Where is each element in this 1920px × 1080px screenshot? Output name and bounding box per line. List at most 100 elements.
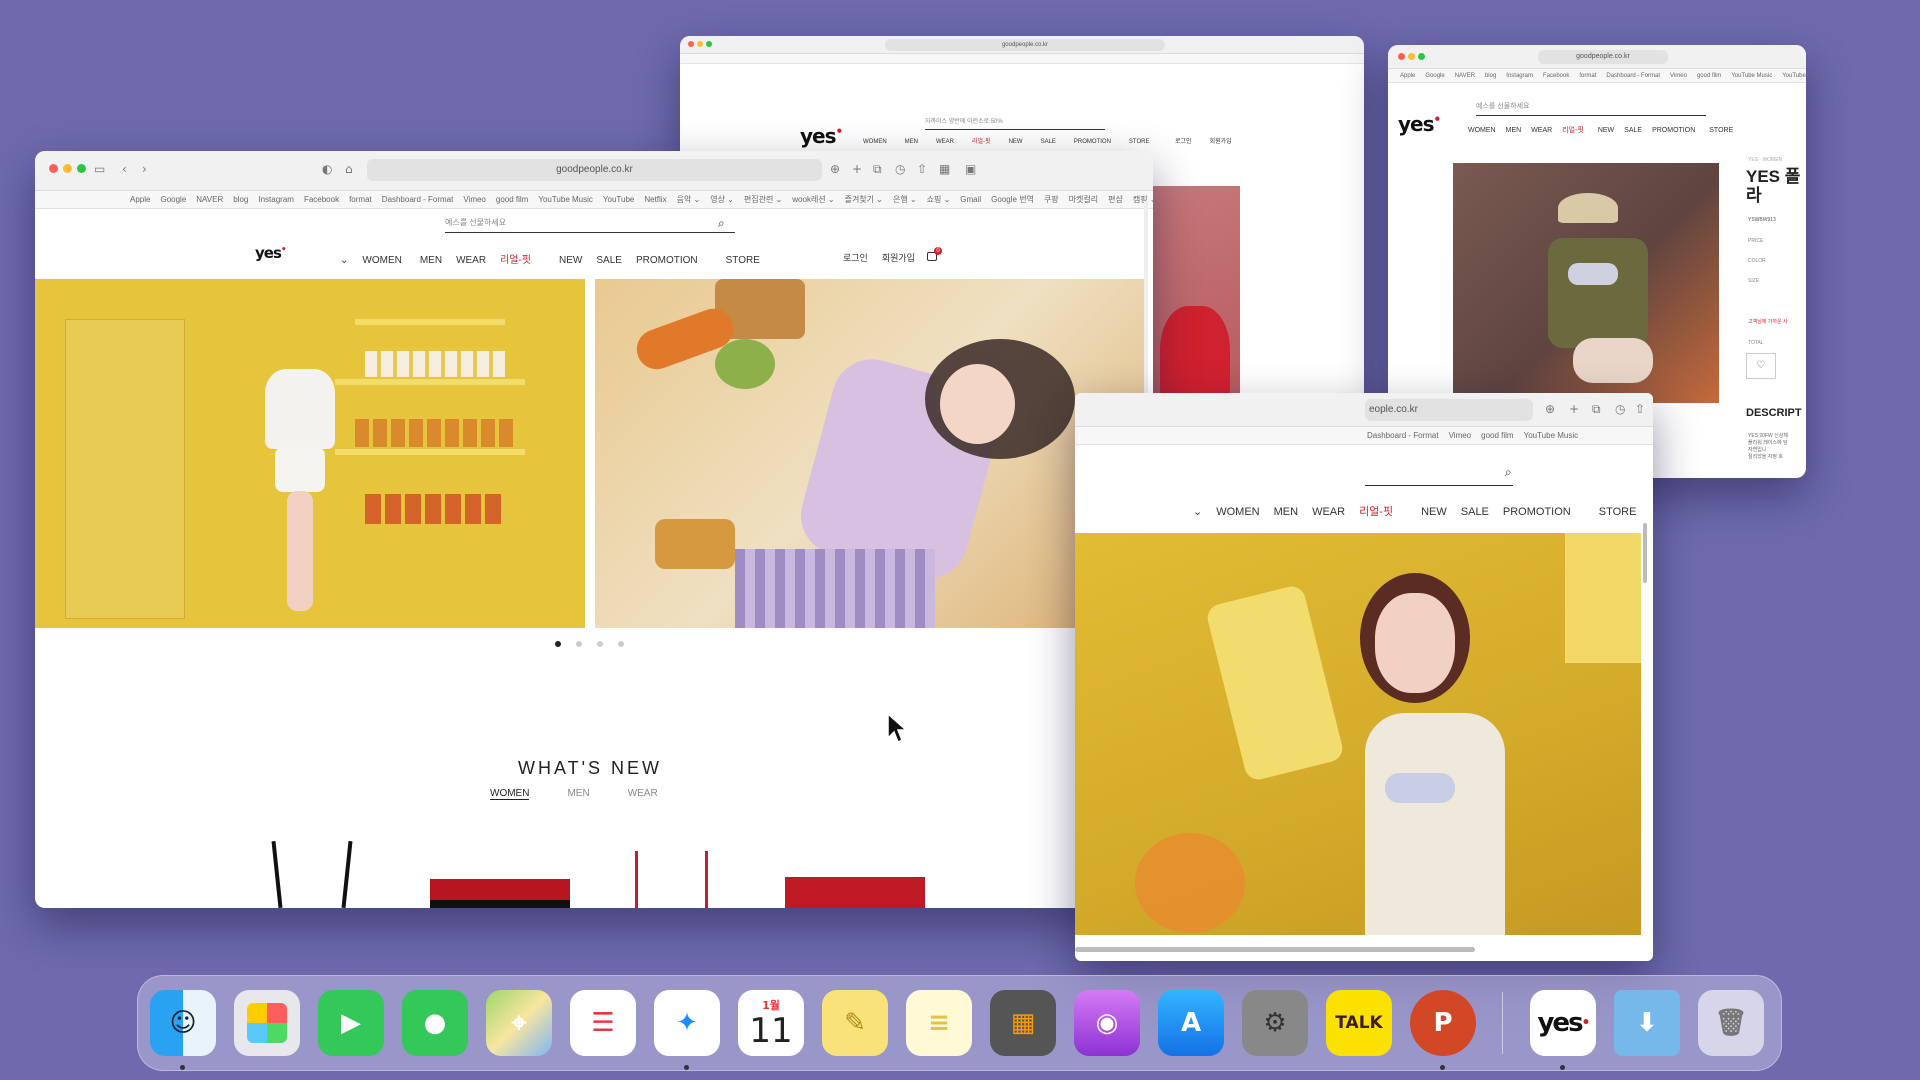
search-input[interactable] [1365, 485, 1513, 486]
nav-sale[interactable]: SALE [1041, 139, 1056, 145]
search-icon[interactable]: ⌕ [1505, 465, 1512, 480]
address-bar[interactable]: goodpeople.co.kr [1538, 50, 1668, 64]
finder-icon[interactable]: ☺ [150, 990, 216, 1056]
share-icon[interactable]: ⇧ [1635, 402, 1645, 416]
minimize-button[interactable] [697, 41, 703, 47]
powerpoint-icon[interactable]: P [1410, 990, 1476, 1056]
nav-promotion[interactable]: PROMOTION [1074, 139, 1111, 145]
carousel-dot-4[interactable] [618, 641, 624, 647]
share-icon[interactable]: ⇧ [917, 162, 927, 176]
login-link[interactable]: 로그인 [843, 253, 868, 263]
new-tab-icon[interactable]: + [1569, 402, 1579, 416]
carousel-dot-3[interactable] [597, 641, 603, 647]
maps-icon[interactable]: ⌖ [486, 990, 552, 1056]
horizontal-scrollbar[interactable] [1075, 947, 1475, 952]
hero-photo-right[interactable] [595, 279, 1145, 628]
system-preferences-icon[interactable]: ⚙ [1242, 990, 1308, 1056]
minimize-button[interactable] [1408, 53, 1415, 60]
zoom-button[interactable] [1418, 53, 1425, 60]
reminders-icon[interactable]: ☰ [570, 990, 636, 1056]
notes-icon[interactable]: ≡ [906, 990, 972, 1056]
zoom-button[interactable] [706, 41, 712, 47]
nav-realfit[interactable]: 리얼-핏 [500, 255, 531, 266]
home-icon[interactable]: ⌂ [345, 162, 353, 176]
grid-icon[interactable]: ▦ [939, 162, 950, 176]
tab-women[interactable]: WOMEN [490, 788, 530, 800]
podcasts-icon[interactable]: ◉ [1074, 990, 1140, 1056]
signup-link[interactable]: 회원가입 [882, 253, 915, 263]
minimize-button[interactable] [63, 164, 72, 173]
search-icon[interactable]: ⌕ [718, 216, 725, 231]
product-thumb-4[interactable] [785, 877, 925, 908]
close-button[interactable] [688, 41, 694, 47]
carousel-dot-1[interactable] [555, 641, 561, 647]
nav-women[interactable]: WOMEN [362, 255, 401, 266]
calculator-icon[interactable]: ▦ [990, 990, 1056, 1056]
nav-promotion[interactable]: PROMOTION [636, 255, 698, 266]
nav-wear[interactable]: WEAR [456, 255, 486, 266]
nav-store[interactable]: STORE [726, 255, 760, 266]
launchpad-icon[interactable] [234, 990, 300, 1056]
nav-realfit[interactable]: 리얼-핏 [972, 139, 991, 145]
privacy-shield-icon[interactable]: ◐ [322, 162, 332, 176]
carousel-dot-2[interactable] [576, 641, 582, 647]
kakaotalk-icon[interactable]: TALK [1326, 990, 1392, 1056]
downloads-folder-icon[interactable]: ⬇ [1614, 990, 1680, 1056]
yes-app-icon[interactable]: yes • [1530, 990, 1596, 1056]
close-button[interactable] [49, 164, 58, 173]
address-bar[interactable]: goodpeople.co.kr [885, 39, 1165, 51]
trash-icon[interactable]: 🗑 [1698, 990, 1764, 1056]
download-icon[interactable]: ⊕ [830, 162, 840, 176]
nav-new[interactable]: NEW [559, 255, 582, 266]
download-icon[interactable]: ⊕ [1545, 402, 1555, 416]
search-input[interactable]: 예스를 선물하세요 [1476, 101, 1706, 116]
nav-sale[interactable]: SALE [596, 255, 622, 266]
vertical-scrollbar[interactable] [1643, 523, 1647, 583]
product-thumb-2[interactable] [430, 879, 570, 908]
tabs-icon[interactable]: ⧉ [873, 162, 882, 177]
yes-logo[interactable]: yes• [1398, 112, 1441, 136]
tabs-icon[interactable]: ⧉ [1592, 402, 1601, 417]
nav-store[interactable]: STORE [1129, 139, 1150, 145]
close-button[interactable] [1398, 53, 1405, 60]
nav-women[interactable]: WOMEN [863, 139, 887, 145]
calendar-icon[interactable]: 1월 11 [738, 990, 804, 1056]
browser-window-front[interactable]: eople.co.kr eople.co.kr ⊕ + ⧉ ◷ ⇧ Dashbo… [1075, 393, 1653, 961]
new-tab-icon[interactable]: + [852, 162, 862, 176]
zoom-button[interactable] [77, 164, 86, 173]
tab-men[interactable]: MEN [567, 788, 589, 799]
nav-wear[interactable]: WEAR [936, 139, 954, 145]
product-photo-binoculars[interactable] [1453, 163, 1719, 403]
wishlist-heart-icon[interactable]: ♡ [1746, 353, 1776, 379]
yes-logo[interactable]: yes• [255, 244, 287, 262]
messages-icon[interactable]: ● [402, 990, 468, 1056]
extension-icon[interactable]: ▣ [965, 162, 976, 176]
yes-logo[interactable]: yes• [800, 124, 843, 148]
forward-icon[interactable]: › [142, 162, 147, 176]
tab-wear[interactable]: WEAR [628, 788, 658, 799]
address-field[interactable]: eople.co.kr [1365, 399, 1533, 421]
breadcrumb[interactable]: YES · WOMEN [1748, 157, 1782, 163]
hero-photo-yellow[interactable] [1075, 533, 1641, 935]
search-input[interactable]: 자까이스 양반에 이런소로 50% [925, 116, 1105, 130]
search-input[interactable]: 예스를 선물하세요 [445, 217, 735, 233]
facetime-icon[interactable]: ▶ [318, 990, 384, 1056]
nav-dropdown[interactable]: ⌄ [340, 255, 348, 266]
history-icon[interactable]: ◷ [895, 162, 905, 176]
safari-icon[interactable]: ✦ [654, 990, 720, 1056]
signup-link[interactable]: 회원가입 [1210, 139, 1232, 145]
hero-photo-left[interactable] [35, 279, 585, 628]
browser-window-main[interactable]: ▭ ‹ › ◐ ⌂ goodpeople.co.kr ⊕ + ⧉ ◷ ⇧ ▦ ▣… [35, 151, 1153, 908]
login-link[interactable]: 로그인 [1175, 139, 1192, 145]
stickies-icon[interactable]: ✎ [822, 990, 888, 1056]
sidebar-icon[interactable]: ▭ [94, 162, 105, 176]
app-store-icon[interactable]: A [1158, 990, 1224, 1056]
nav-men[interactable]: MEN [420, 255, 442, 266]
product-thumb-3[interactable] [635, 851, 725, 908]
back-icon[interactable]: ‹ [122, 162, 127, 176]
product-thumb-1[interactable] [271, 840, 365, 908]
address-bar[interactable]: goodpeople.co.kr [367, 159, 822, 181]
nav-men[interactable]: MEN [905, 139, 918, 145]
history-icon[interactable]: ◷ [1615, 402, 1625, 416]
nav-new[interactable]: NEW [1009, 139, 1023, 145]
